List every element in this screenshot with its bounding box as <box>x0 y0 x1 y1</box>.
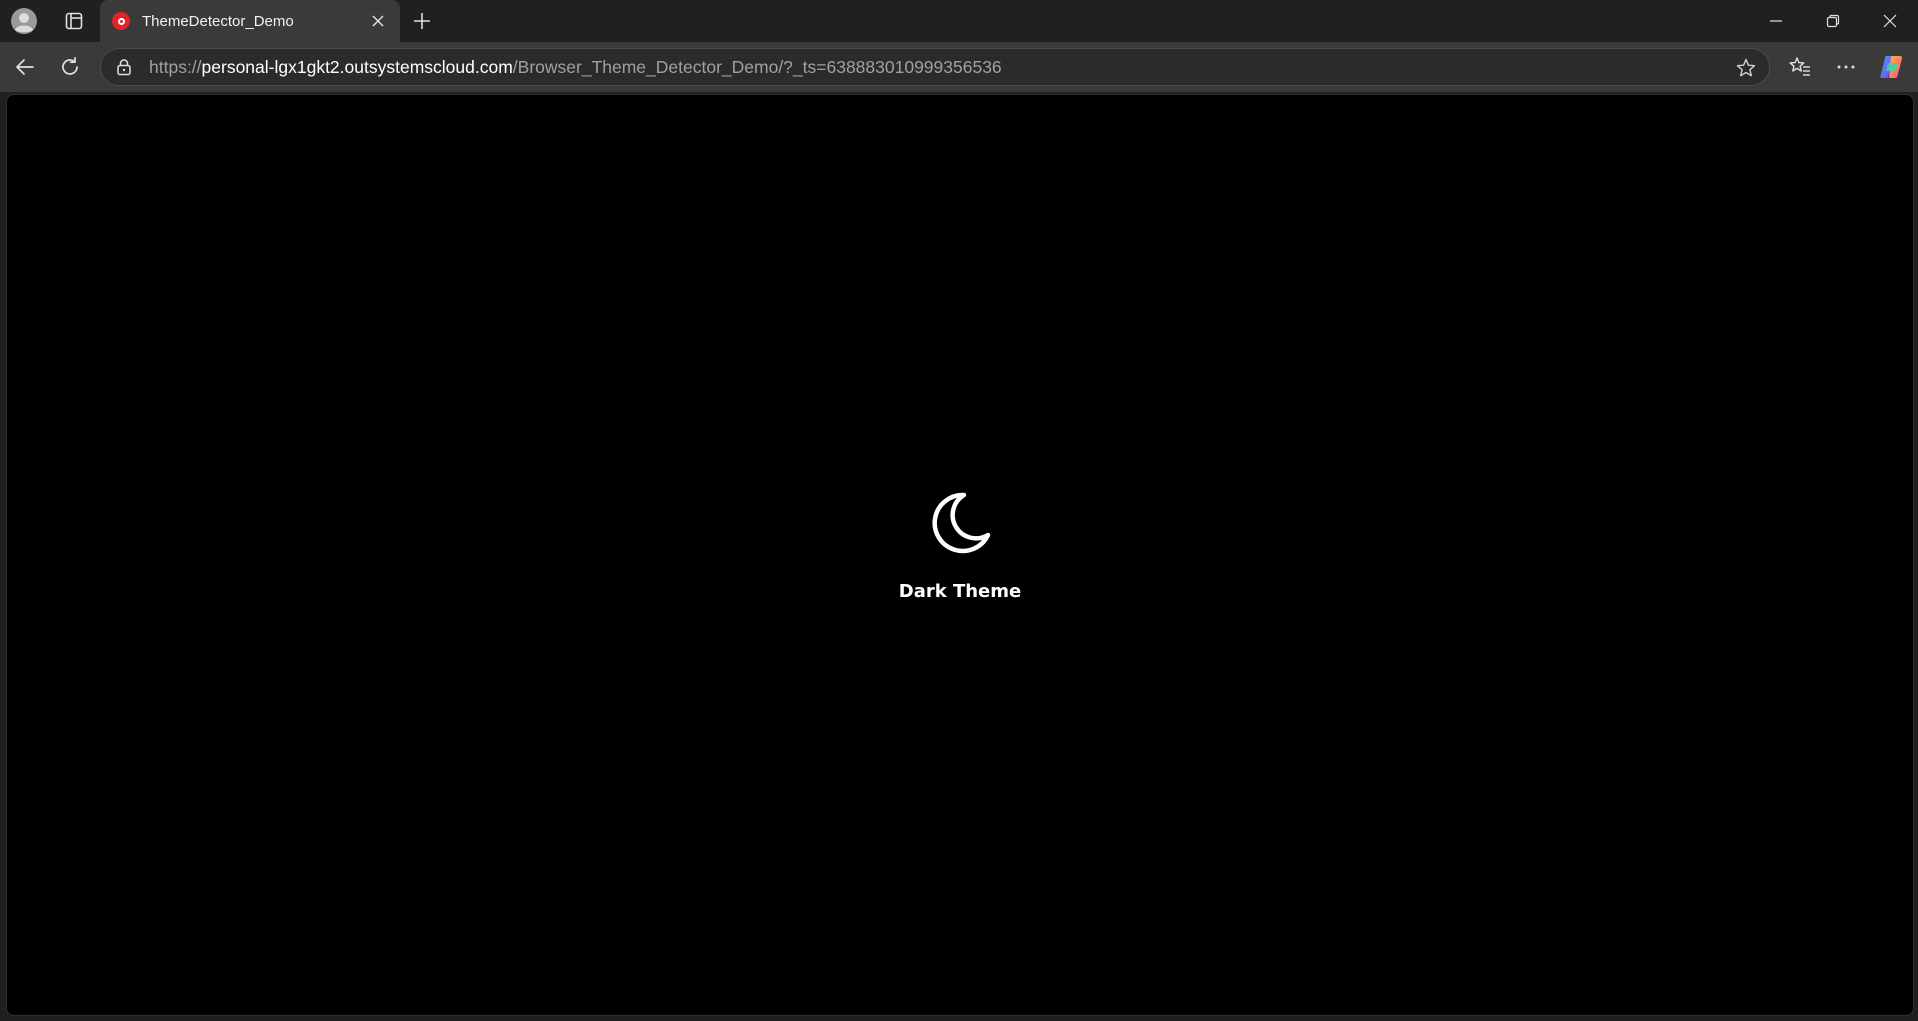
minimize-icon[interactable] <box>1747 0 1804 42</box>
plus-icon[interactable] <box>402 1 442 41</box>
close-icon[interactable] <box>1861 0 1918 42</box>
profile-avatar-icon[interactable] <box>4 1 44 41</box>
tab-actions-icon[interactable] <box>54 1 94 41</box>
close-icon[interactable] <box>366 9 390 33</box>
ellipsis-icon[interactable] <box>1826 47 1866 87</box>
theme-label: Dark Theme <box>898 580 1022 602</box>
tab-strip: ThemeDetector_Demo <box>0 0 1918 42</box>
favorites-list-icon[interactable] <box>1780 47 1820 87</box>
copilot-icon[interactable] <box>1872 47 1912 87</box>
url-path: /Browser_Theme_Detector_Demo/?_ts=638883… <box>512 56 1002 77</box>
address-bar[interactable]: https://personal-lgx1gkt2.outsystemsclou… <box>100 48 1770 86</box>
lock-icon[interactable] <box>113 56 135 78</box>
url-text[interactable]: https://personal-lgx1gkt2.outsystemsclou… <box>149 57 1002 78</box>
arrow-left-icon[interactable] <box>5 47 45 87</box>
navigation-toolbar: https://personal-lgx1gkt2.outsystemsclou… <box>0 42 1918 92</box>
tab-active[interactable]: ThemeDetector_Demo <box>100 0 400 42</box>
theme-indicator: Dark Theme <box>7 95 1913 1015</box>
browser-window: ThemeDetector_Demo https://personal-lgx1… <box>0 0 1918 1021</box>
tab-title: ThemeDetector_Demo <box>142 12 294 30</box>
restore-icon[interactable] <box>1804 0 1861 42</box>
refresh-icon[interactable] <box>50 47 90 87</box>
star-icon[interactable] <box>1733 55 1759 81</box>
page-viewport: Dark Theme <box>6 94 1914 1016</box>
outsystems-favicon-icon <box>112 12 130 30</box>
url-scheme: https:// <box>149 56 202 77</box>
moon-icon <box>926 489 994 557</box>
window-controls <box>1747 0 1918 42</box>
url-host: personal-lgx1gkt2.outsystemscloud.com <box>201 56 513 77</box>
